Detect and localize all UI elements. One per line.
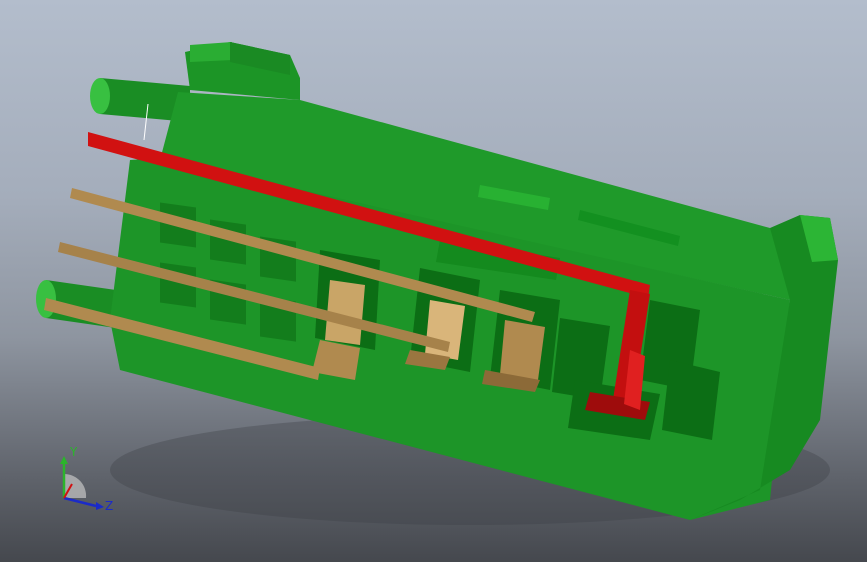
triad-plane — [64, 473, 87, 498]
housing-latch-top — [185, 42, 300, 100]
y-axis-arrowhead — [60, 456, 68, 464]
orientation-triad[interactable]: Y Z — [52, 440, 122, 520]
connector-3d-model[interactable] — [0, 0, 867, 562]
y-axis-label: Y — [69, 445, 78, 459]
graphics-viewport[interactable]: Y Z — [0, 0, 867, 562]
z-axis-arrow — [63, 496, 97, 508]
z-axis-label: Z — [105, 499, 113, 513]
z-axis-arrowhead — [96, 502, 104, 510]
